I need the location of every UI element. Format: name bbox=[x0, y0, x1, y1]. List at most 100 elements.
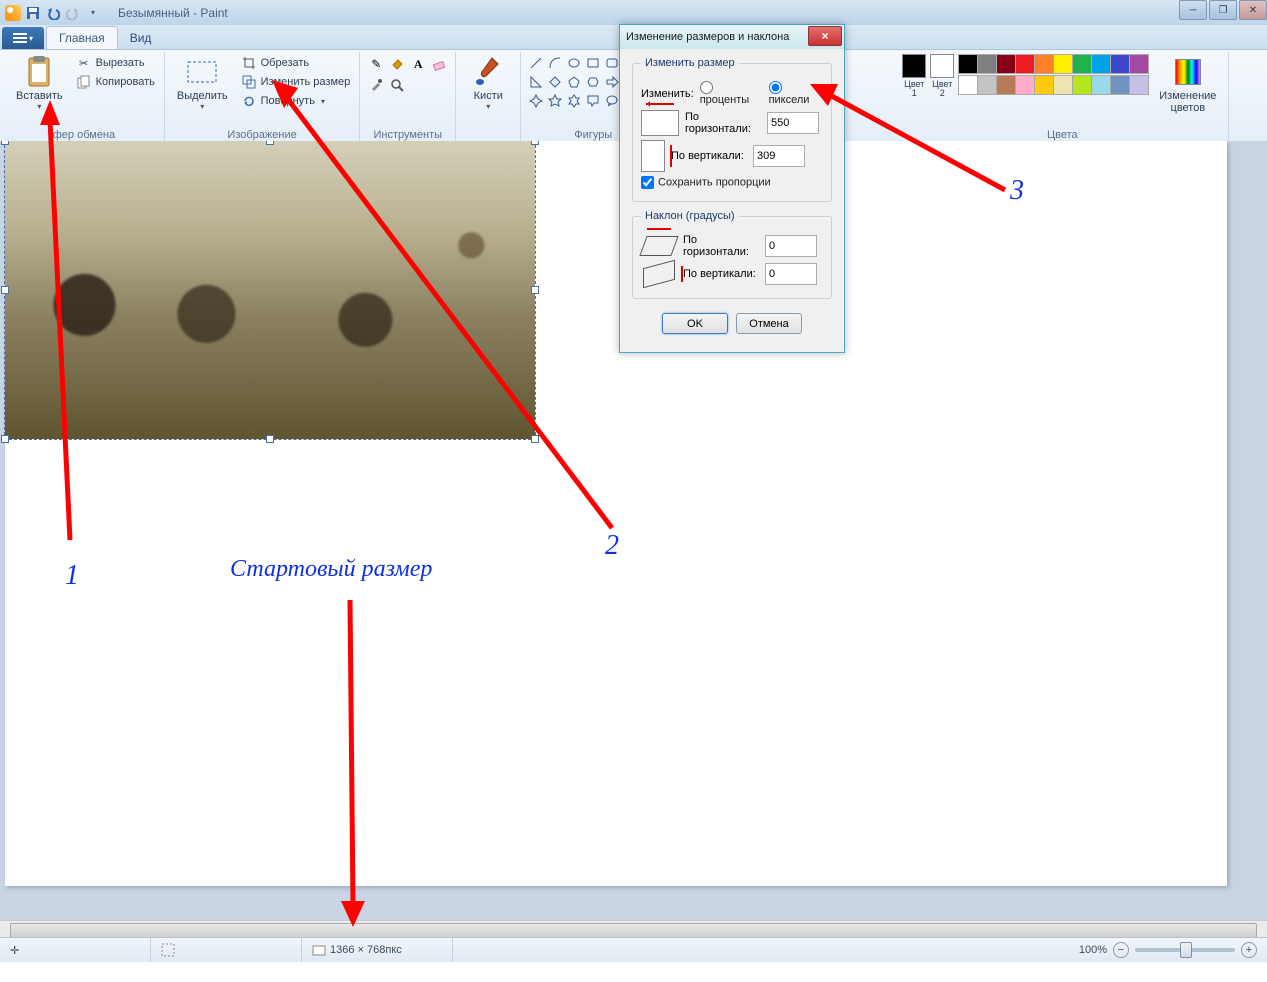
horiz-label: По горизонтали: bbox=[685, 111, 761, 135]
eraser-tool-icon[interactable] bbox=[429, 54, 449, 74]
star6-shape-icon[interactable] bbox=[565, 92, 583, 110]
redo-icon[interactable] bbox=[64, 4, 82, 22]
palette-color[interactable] bbox=[1091, 54, 1111, 74]
rotate-icon bbox=[241, 93, 257, 109]
palette-color[interactable] bbox=[958, 54, 978, 74]
zoom-slider[interactable] bbox=[1135, 948, 1235, 952]
pencil-tool-icon[interactable]: ✎ bbox=[366, 54, 386, 74]
color1-button[interactable]: Цвет 1 bbox=[902, 54, 926, 98]
horiz-input[interactable] bbox=[767, 112, 819, 134]
star5-shape-icon[interactable] bbox=[546, 92, 564, 110]
group-colors: Цвет 1 Цвет 2 Изменение цветов Цвета bbox=[896, 52, 1229, 144]
ok-button[interactable]: OK bbox=[662, 313, 728, 334]
dialog-title: Изменение размеров и наклона bbox=[626, 31, 789, 43]
palette-color[interactable] bbox=[977, 54, 997, 74]
palette-color[interactable] bbox=[1129, 54, 1149, 74]
palette-color[interactable] bbox=[1053, 54, 1073, 74]
tab-view[interactable]: Вид bbox=[118, 27, 164, 49]
color1-swatch bbox=[902, 54, 926, 78]
callout-rect-shape-icon[interactable] bbox=[584, 92, 602, 110]
palette-color[interactable] bbox=[977, 75, 997, 95]
color-palette[interactable] bbox=[958, 54, 1147, 95]
palette-color[interactable] bbox=[1015, 75, 1035, 95]
rtriangle-shape-icon[interactable] bbox=[527, 73, 545, 91]
palette-color[interactable] bbox=[996, 54, 1016, 74]
paint-menu-icon[interactable] bbox=[4, 4, 22, 22]
palette-color[interactable] bbox=[1129, 75, 1149, 95]
cut-button[interactable]: ✂Вырезать bbox=[73, 54, 158, 72]
palette-color[interactable] bbox=[1072, 75, 1092, 95]
keep-ratio-checkbox[interactable]: Сохранить пропорции bbox=[641, 176, 771, 189]
scrollbar-thumb[interactable] bbox=[10, 923, 1257, 938]
color-spectrum-icon bbox=[1172, 56, 1204, 88]
vert-input[interactable] bbox=[753, 145, 805, 167]
palette-color[interactable] bbox=[1091, 75, 1111, 95]
selection-dims-icon bbox=[161, 943, 175, 957]
select-rect-icon bbox=[186, 56, 218, 88]
selected-image[interactable] bbox=[5, 141, 535, 439]
hexagon-shape-icon[interactable] bbox=[584, 73, 602, 91]
canvas-size-section: 1366 × 768пкс bbox=[302, 938, 453, 962]
palette-color[interactable] bbox=[1015, 54, 1035, 74]
maximize-button[interactable]: ❐ bbox=[1209, 0, 1237, 20]
picker-tool-icon[interactable] bbox=[366, 75, 386, 95]
paste-button[interactable]: Вставить ▾ bbox=[10, 54, 69, 113]
color2-button[interactable]: Цвет 2 bbox=[930, 54, 954, 98]
horizontal-dim-icon bbox=[641, 110, 679, 136]
cursor-pos-section: ✛ bbox=[0, 938, 151, 962]
copy-button[interactable]: Копировать bbox=[73, 73, 158, 91]
percent-radio[interactable]: проценты bbox=[700, 81, 763, 106]
rotate-button[interactable]: Повернуть▾ bbox=[238, 92, 354, 110]
minimize-button[interactable]: ─ bbox=[1179, 0, 1207, 20]
text-tool-icon[interactable]: A bbox=[408, 54, 428, 74]
fill-tool-icon[interactable] bbox=[387, 54, 407, 74]
brushes-button[interactable]: Кисти ▾ bbox=[462, 54, 514, 113]
rect-shape-icon[interactable] bbox=[584, 54, 602, 72]
palette-color[interactable] bbox=[1053, 75, 1073, 95]
vert-label: По вертикали: bbox=[671, 150, 747, 162]
group-brushes: Кисти ▾ . bbox=[456, 52, 521, 144]
save-icon[interactable] bbox=[24, 4, 42, 22]
curve-shape-icon[interactable] bbox=[546, 54, 564, 72]
palette-color[interactable] bbox=[996, 75, 1016, 95]
resize-by-label: Изменить: bbox=[641, 88, 694, 100]
skew-vert-input[interactable] bbox=[765, 263, 817, 285]
palette-color[interactable] bbox=[1034, 75, 1054, 95]
resize-skew-dialog: Изменение размеров и наклона × Изменить … bbox=[619, 24, 845, 353]
palette-color[interactable] bbox=[1110, 75, 1130, 95]
palette-color[interactable] bbox=[1072, 54, 1092, 74]
copy-icon bbox=[76, 74, 92, 90]
file-menu-button[interactable]: ▾ bbox=[2, 27, 44, 49]
zoom-out-button[interactable]: − bbox=[1113, 942, 1129, 958]
skew-fieldset: Наклон (градусы) По горизонтали: По верт… bbox=[632, 210, 832, 299]
pixels-radio[interactable]: пиксели bbox=[769, 81, 823, 106]
diamond-shape-icon[interactable] bbox=[546, 73, 564, 91]
crosshair-icon: ✛ bbox=[10, 944, 19, 957]
palette-color[interactable] bbox=[1034, 54, 1054, 74]
zoom-in-button[interactable]: + bbox=[1241, 942, 1257, 958]
pentagon-shape-icon[interactable] bbox=[565, 73, 583, 91]
palette-color[interactable] bbox=[1110, 54, 1130, 74]
horizontal-scrollbar[interactable] bbox=[0, 920, 1267, 938]
select-button[interactable]: Выделить ▾ bbox=[171, 54, 234, 113]
resize-button[interactable]: Изменить размер bbox=[238, 73, 354, 91]
tab-home[interactable]: Главная bbox=[46, 26, 118, 49]
crop-button[interactable]: Обрезать bbox=[238, 54, 354, 72]
edit-colors-button[interactable]: Изменение цветов bbox=[1153, 54, 1222, 116]
close-button[interactable]: ✕ bbox=[1239, 0, 1267, 20]
canvas[interactable] bbox=[5, 141, 1227, 886]
skew-horiz-input[interactable] bbox=[765, 235, 817, 257]
vertical-dim-icon bbox=[641, 140, 665, 172]
dialog-titlebar[interactable]: Изменение размеров и наклона × bbox=[620, 25, 844, 49]
qat-dropdown-icon[interactable]: ▾ bbox=[84, 4, 102, 22]
magnifier-tool-icon[interactable] bbox=[387, 75, 407, 95]
oval-shape-icon[interactable] bbox=[565, 54, 583, 72]
undo-icon[interactable] bbox=[44, 4, 62, 22]
star4-shape-icon[interactable] bbox=[527, 92, 545, 110]
line-shape-icon[interactable] bbox=[527, 54, 545, 72]
dialog-close-button[interactable]: × bbox=[808, 26, 842, 46]
resize-fieldset: Изменить размер Изменить: проценты пиксе… bbox=[632, 57, 832, 202]
cancel-button[interactable]: Отмена bbox=[736, 313, 802, 334]
palette-color[interactable] bbox=[958, 75, 978, 95]
statusbar: ✛ 1366 × 768пкс 100% − + bbox=[0, 937, 1267, 962]
